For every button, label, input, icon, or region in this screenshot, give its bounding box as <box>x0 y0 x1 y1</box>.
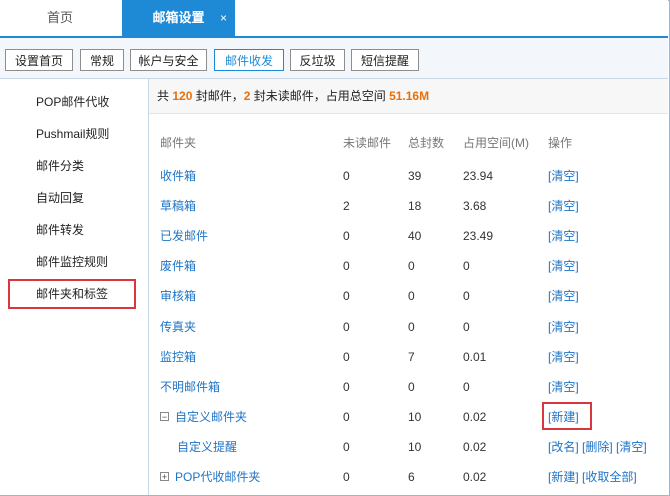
folder-name-link[interactable]: 草稿箱 <box>160 197 196 215</box>
folder-name-label: 已发邮件 <box>160 229 209 243</box>
unread-count: 0 <box>343 259 350 273</box>
total-count: 10 <box>408 410 422 424</box>
sidebar-item-mail-category[interactable]: 邮件分类 <box>36 156 84 176</box>
toolbar-sms-alert-button[interactable]: 短信提醒 <box>351 49 419 71</box>
folder-name-label: 废件箱 <box>160 259 197 273</box>
expand-icon[interactable]: + <box>160 472 169 482</box>
row-operations[interactable]: [清空] <box>548 257 579 275</box>
toolbar-anti-spam-button[interactable]: 反垃圾 <box>290 49 345 71</box>
total-count: 7 <box>408 350 415 364</box>
unread-count: 0 <box>343 229 350 243</box>
folder-name-label: 收件箱 <box>160 169 197 183</box>
total-count: 0 <box>408 259 415 273</box>
row-operations[interactable]: [清空] <box>548 348 579 366</box>
sidebar-item-mail-monitor-rules[interactable]: 邮件监控规则 <box>36 252 108 272</box>
folder-name-link[interactable]: 自定义提醒 <box>177 438 237 456</box>
unread-count: 0 <box>343 350 350 364</box>
unread-count: 0 <box>343 410 350 424</box>
folder-name-link[interactable]: 已发邮件 <box>160 227 208 245</box>
sidebar-item-mail-forward[interactable]: 邮件转发 <box>36 220 84 240</box>
unread-count: 0 <box>343 169 350 183</box>
tab-mail-settings[interactable]: 邮箱设置 × <box>122 0 235 36</box>
close-icon[interactable]: × <box>220 0 227 36</box>
sidebar-item-auto-reply[interactable]: 自动回复 <box>36 188 84 208</box>
total-count: 40 <box>408 229 422 243</box>
unread-count: 0 <box>343 440 350 454</box>
column-header-unread: 未读邮件 <box>343 136 392 150</box>
space-used: 0 <box>463 320 470 334</box>
folder-name-link[interactable]: 不明邮件箱 <box>160 378 220 396</box>
unread-count: 2 <box>343 199 350 213</box>
folder-name-link[interactable]: 审核箱 <box>160 287 196 305</box>
folder-name-link[interactable]: 收件箱 <box>160 167 196 185</box>
space-used: 23.49 <box>463 229 494 243</box>
sidebar-item-pushmail-rules[interactable]: Pushmail规则 <box>36 124 109 144</box>
row-operations[interactable]: [清空] <box>548 287 579 305</box>
total-count: 0 <box>408 380 415 394</box>
folder-name-link[interactable]: 监控箱 <box>160 348 196 366</box>
row-operations[interactable]: [清空] <box>548 167 579 185</box>
top-tab-bar: 首页 邮箱设置 × <box>0 0 668 38</box>
summary-total-size: 51.16M <box>389 89 430 103</box>
row-operations[interactable]: [清空] <box>548 227 579 245</box>
tab-home[interactable]: 首页 <box>0 0 120 36</box>
unread-count: 0 <box>343 380 350 394</box>
space-used: 0.02 <box>463 440 487 454</box>
tab-mail-settings-label: 邮箱设置 <box>152 10 205 25</box>
settings-toolbar: 设置首页 常规 帐户与安全 邮件收发 反垃圾 短信提醒 <box>0 38 668 79</box>
total-count: 0 <box>408 320 415 334</box>
unread-count: 0 <box>343 470 350 484</box>
row-operations[interactable]: [清空] <box>548 378 579 396</box>
space-used: 0.02 <box>463 410 487 424</box>
row-operations[interactable]: [清空] <box>548 318 579 336</box>
column-header-space: 占用空间(M) <box>463 136 529 150</box>
toolbar-account-security-button[interactable]: 帐户与安全 <box>130 49 207 71</box>
space-used: 23.94 <box>463 169 494 183</box>
folder-name-label: 监控箱 <box>160 350 197 364</box>
space-used: 0 <box>463 380 470 394</box>
toolbar-settings-home-button[interactable]: 设置首页 <box>5 49 73 71</box>
summary-text-3: 封未读邮件，占用总空间 <box>250 89 390 103</box>
space-used: 0 <box>463 259 470 273</box>
space-used: 0 <box>463 289 470 303</box>
unread-count: 0 <box>343 289 350 303</box>
sidebar: POP邮件代收 Pushmail规则 邮件分类 自动回复 邮件转发 邮件监控规则… <box>0 79 149 495</box>
space-used: 0.01 <box>463 350 487 364</box>
folder-name-link[interactable]: + POP代收邮件夹 <box>160 468 260 486</box>
total-count: 39 <box>408 169 422 183</box>
folder-name-label: 草稿箱 <box>160 199 197 213</box>
folder-name-label: 自定义邮件夹 <box>175 410 248 424</box>
total-count: 10 <box>408 440 422 454</box>
summary-text-1: 共 <box>157 89 173 103</box>
row-operations[interactable]: [清空] <box>548 197 579 215</box>
summary-text-2: 封邮件， <box>192 89 244 103</box>
folder-name-label: 自定义提醒 <box>177 440 238 454</box>
toolbar-general-button[interactable]: 常规 <box>80 49 124 71</box>
total-count: 0 <box>408 289 415 303</box>
sidebar-item-pop-collect[interactable]: POP邮件代收 <box>36 92 109 112</box>
toolbar-mail-send-receive-button[interactable]: 邮件收发 <box>214 49 284 71</box>
sidebar-item-folders-and-labels[interactable]: 邮件夹和标签 <box>36 284 108 304</box>
folder-name-link[interactable]: − 自定义邮件夹 <box>160 408 247 426</box>
total-count: 18 <box>408 199 422 213</box>
highlight-box <box>542 402 592 430</box>
space-used: 3.68 <box>463 199 487 213</box>
folder-name-link[interactable]: 废件箱 <box>160 257 196 275</box>
folder-name-link[interactable]: 传真夹 <box>160 318 196 336</box>
column-header-folder: 邮件夹 <box>160 136 197 150</box>
summary-total-count: 120 <box>172 89 193 103</box>
folder-name-label: 不明邮件箱 <box>160 380 221 394</box>
mailbox-summary: 共 120 封邮件，2 封未读邮件，占用总空间 51.16M <box>149 79 668 114</box>
collapse-icon[interactable]: − <box>160 412 169 422</box>
column-header-operations: 操作 <box>548 136 573 150</box>
folder-name-label: POP代收邮件夹 <box>175 470 261 484</box>
folder-name-label: 审核箱 <box>160 289 197 303</box>
row-operations[interactable]: [新建] [收取全部] <box>548 468 637 486</box>
column-header-total: 总封数 <box>408 136 445 150</box>
row-operations[interactable]: [改名] [删除] [清空] <box>548 438 647 456</box>
space-used: 0.02 <box>463 470 487 484</box>
total-count: 6 <box>408 470 415 484</box>
folder-name-label: 传真夹 <box>160 320 197 334</box>
unread-count: 0 <box>343 320 350 334</box>
